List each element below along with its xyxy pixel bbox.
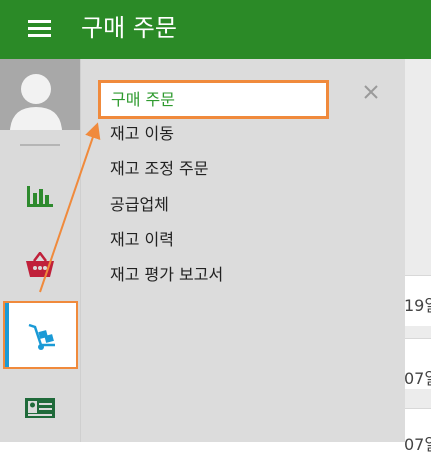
table-row: 07일 bbox=[405, 338, 431, 389]
page-title: 구매 주문 bbox=[81, 14, 177, 42]
id-card-icon[interactable] bbox=[25, 398, 55, 422]
table-cell: 07일 bbox=[405, 435, 431, 454]
menu-item-stock-adjustment[interactable]: 재고 조정 주문 bbox=[110, 159, 209, 179]
table-row: 07일 bbox=[405, 408, 431, 459]
sidebar-item-inventory[interactable] bbox=[3, 301, 78, 369]
basket-icon[interactable] bbox=[25, 250, 55, 282]
bar-chart-icon[interactable] bbox=[26, 184, 54, 212]
menu-item-purchase-order[interactable]: 구매 주문 bbox=[98, 80, 329, 119]
close-icon[interactable] bbox=[364, 84, 378, 99]
active-indicator bbox=[5, 303, 9, 367]
sidebar bbox=[0, 59, 81, 442]
hamburger-icon[interactable] bbox=[28, 20, 51, 38]
menu-item-suppliers[interactable]: 공급업체 bbox=[110, 195, 169, 215]
menu-item-stock-history[interactable]: 재고 이력 bbox=[110, 230, 174, 250]
hand-truck-icon bbox=[27, 323, 57, 355]
menu-item-stock-valuation-report[interactable]: 재고 평가 보고서 bbox=[110, 265, 223, 285]
menu-item-stock-transfer[interactable]: 재고 이동 bbox=[110, 124, 174, 144]
sidebar-divider bbox=[20, 144, 60, 146]
table-cell: 07일 bbox=[405, 369, 431, 388]
table-row: 19일 bbox=[405, 275, 431, 326]
table-cell: 19일 bbox=[405, 296, 431, 315]
app-header: 구매 주문 bbox=[0, 0, 431, 59]
user-avatar-icon[interactable] bbox=[0, 59, 80, 130]
